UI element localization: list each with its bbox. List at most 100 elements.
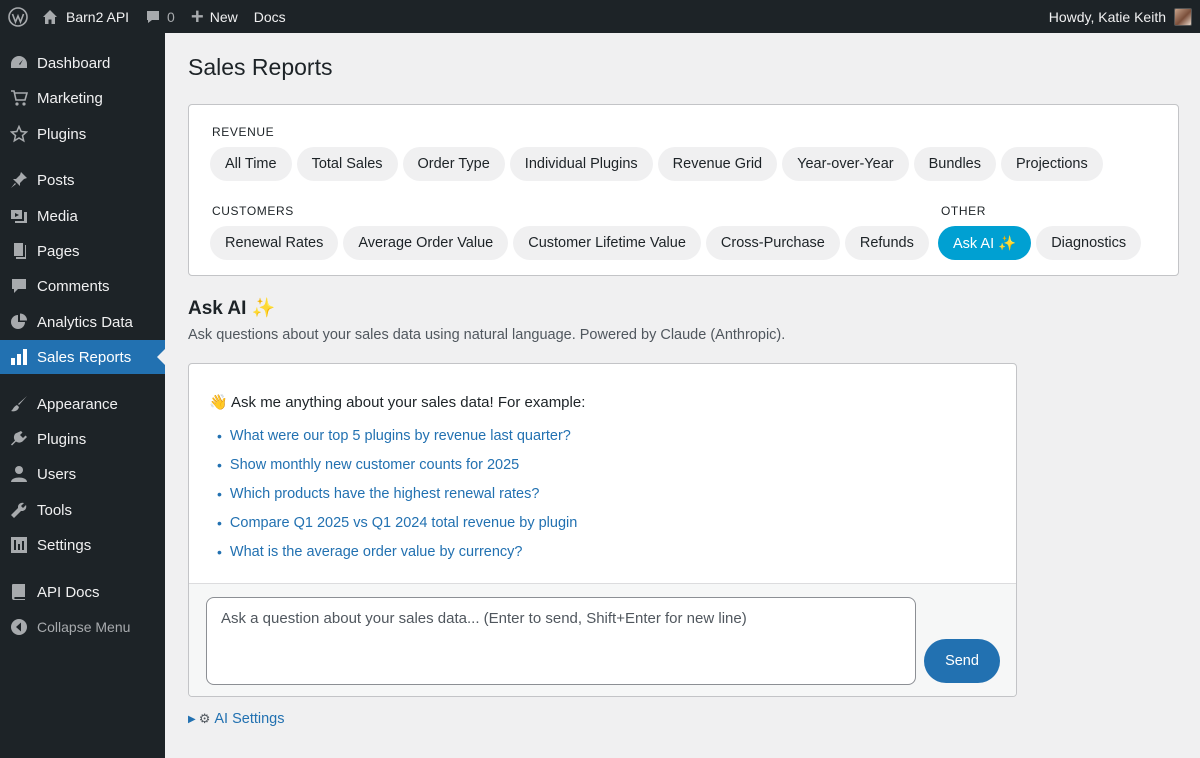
pill-bundles[interactable]: Bundles <box>913 147 996 181</box>
ai-settings-toggle[interactable]: ▶ ⚙ AI Settings <box>188 711 284 727</box>
example-question[interactable]: What were our top 5 plugins by revenue l… <box>217 421 577 450</box>
ask-ai-heading: Ask AI ✨ <box>188 296 275 320</box>
pill-refunds[interactable]: Refunds <box>844 226 929 260</box>
comment-bubble-icon <box>147 10 160 23</box>
dashboard-icon <box>9 53 29 73</box>
example-question[interactable]: Which products have the highest renewal … <box>217 479 577 508</box>
pill-individual-plugins[interactable]: Individual Plugins <box>509 147 653 181</box>
pages-icon <box>9 241 29 261</box>
ai-settings-label: AI Settings <box>214 711 285 727</box>
pill-customer-lifetime-value[interactable]: Customer Lifetime Value <box>513 226 701 260</box>
plus-icon: + <box>190 3 204 29</box>
collapse-menu-button[interactable]: Collapse Menu <box>0 610 165 644</box>
wordpress-logo-icon[interactable] <box>0 0 38 33</box>
site-name-link[interactable]: Barn2 API <box>38 0 137 33</box>
sidebar-item-label: Settings <box>37 536 92 554</box>
sidebar-item-label: Tools <box>37 501 73 519</box>
new-label: New <box>209 8 238 25</box>
user-icon <box>9 464 29 484</box>
sidebar-item-tools[interactable]: Tools <box>0 493 165 527</box>
sidebar-item-label: Plugins <box>37 430 87 448</box>
pin-icon <box>9 170 29 190</box>
sidebar-item-label: Analytics Data <box>37 313 133 331</box>
pill-diagnostics[interactable]: Diagnostics <box>1036 226 1142 260</box>
pill-renewal-rates[interactable]: Renewal Rates <box>210 226 339 260</box>
sidebar-item-plugins[interactable]: Plugins <box>0 422 165 456</box>
site-name: Barn2 API <box>66 8 130 25</box>
sidebar-item-label: Collapse Menu <box>37 619 131 635</box>
sidebar-item-label: Appearance <box>37 395 118 413</box>
cart-icon <box>9 88 29 108</box>
sidebar-item-label: Plugins <box>37 125 87 143</box>
sidebar-item-media[interactable]: Media <box>0 199 165 233</box>
pill-ask-ai[interactable]: Ask AI ✨ <box>938 226 1032 260</box>
comments-link[interactable]: 0 <box>137 0 183 33</box>
other-pill-row: Ask AI ✨ Diagnostics <box>938 226 1142 260</box>
sidebar-item-analytics-data[interactable]: Analytics Data <box>0 305 165 339</box>
new-content-link[interactable]: + New <box>183 0 246 33</box>
home-icon <box>43 9 57 24</box>
wrench-icon <box>9 500 29 520</box>
example-question[interactable]: What is the average order value by curre… <box>217 538 577 567</box>
star-icon <box>9 124 29 144</box>
media-icon <box>9 206 29 226</box>
revenue-group-label: REVENUE <box>212 125 275 139</box>
ask-ai-title: Ask AI <box>188 298 247 319</box>
disclosure-triangle-icon: ▶ <box>188 713 196 725</box>
sidebar-item-api-docs[interactable]: API Docs <box>0 575 165 609</box>
plugin-icon <box>9 429 29 449</box>
other-group-label: OTHER <box>941 204 986 218</box>
brush-icon <box>9 394 29 414</box>
chat-input-area: Send <box>189 583 1016 696</box>
docs-label: Docs <box>253 8 286 25</box>
my-account[interactable]: Howdy, Katie Keith <box>1048 7 1200 26</box>
sidebar-item-marketing[interactable]: Marketing <box>0 81 165 115</box>
sidebar-item-pages[interactable]: Pages <box>0 234 165 268</box>
sidebar-item-label: Sales Reports <box>37 348 132 366</box>
admin-sidebar: Dashboard Marketing Plugins Posts Media … <box>0 33 165 758</box>
customers-group-label: CUSTOMERS <box>212 204 294 218</box>
example-questions-list: What were our top 5 plugins by revenue l… <box>217 421 577 567</box>
sidebar-item-sales-reports[interactable]: Sales Reports <box>0 340 165 374</box>
sidebar-item-label: Marketing <box>37 89 103 107</box>
pie-chart-icon <box>9 312 29 332</box>
sidebar-item-label: Comments <box>37 277 110 295</box>
book-icon <box>9 582 29 602</box>
pill-all-time[interactable]: All Time <box>210 147 292 181</box>
ask-ai-description: Ask questions about your sales data usin… <box>188 327 786 343</box>
pill-projections[interactable]: Projections <box>1001 147 1103 181</box>
pill-year-over-year[interactable]: Year-over-Year <box>782 147 909 181</box>
chat-intro-message: 👋 Ask me anything about your sales data!… <box>209 394 586 411</box>
example-question[interactable]: Compare Q1 2025 vs Q1 2024 total revenue… <box>217 509 577 538</box>
comments-count: 0 <box>167 8 175 25</box>
sidebar-item-appearance[interactable]: Appearance <box>0 387 165 421</box>
sidebar-item-comments[interactable]: Comments <box>0 269 165 303</box>
sidebar-item-users[interactable]: Users <box>0 457 165 491</box>
sidebar-item-label: Posts <box>37 171 75 189</box>
sidebar-item-posts[interactable]: Posts <box>0 163 165 197</box>
customers-pill-row: Renewal Rates Average Order Value Custom… <box>210 226 929 260</box>
send-button[interactable]: Send <box>924 639 1000 683</box>
sidebar-item-dashboard[interactable]: Dashboard <box>0 46 165 80</box>
pill-order-type[interactable]: Order Type <box>402 147 505 181</box>
revenue-pill-row: All Time Total Sales Order Type Individu… <box>210 147 1103 181</box>
pill-cross-purchase[interactable]: Cross-Purchase <box>705 226 840 260</box>
sidebar-item-label: Dashboard <box>37 54 111 72</box>
howdy-text: Howdy, Katie Keith <box>1048 8 1166 25</box>
pill-revenue-grid[interactable]: Revenue Grid <box>657 147 778 181</box>
pill-total-sales[interactable]: Total Sales <box>296 147 398 181</box>
pill-average-order-value[interactable]: Average Order Value <box>343 226 509 260</box>
question-input[interactable] <box>206 597 916 685</box>
page-title: Sales Reports <box>188 54 333 80</box>
sidebar-item-label: API Docs <box>37 583 100 601</box>
sidebar-item-label: Media <box>37 207 78 225</box>
sidebar-item-settings[interactable]: Settings <box>0 528 165 562</box>
bar-chart-icon <box>9 347 29 367</box>
chat-panel: 👋 Ask me anything about your sales data!… <box>188 363 1017 697</box>
sidebar-item-plugins-star[interactable]: Plugins <box>0 117 165 151</box>
report-filter-panel: REVENUE All Time Total Sales Order Type … <box>188 104 1179 276</box>
example-question[interactable]: Show monthly new customer counts for 202… <box>217 450 577 479</box>
comment-icon <box>9 276 29 296</box>
docs-link[interactable]: Docs <box>246 0 294 33</box>
collapse-icon <box>9 617 29 637</box>
